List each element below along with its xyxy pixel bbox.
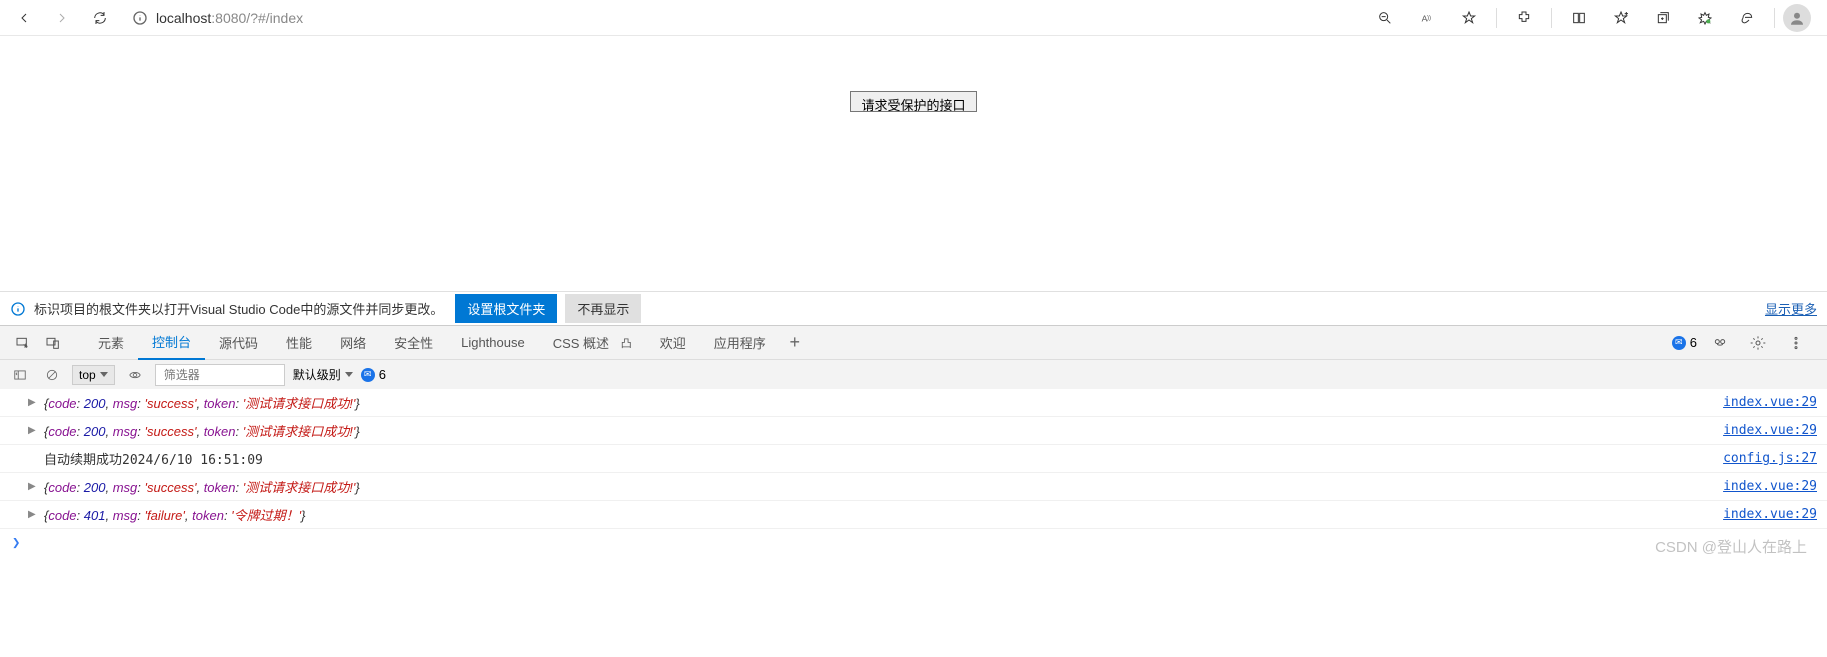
log-level-selector[interactable]: 默认级别 <box>293 366 353 383</box>
extensions-icon[interactable] <box>1505 2 1543 34</box>
tab-application[interactable]: 应用程序 <box>700 326 780 360</box>
site-info-icon[interactable] <box>132 10 148 26</box>
more-icon[interactable] <box>1781 328 1811 358</box>
clear-console-icon[interactable] <box>40 363 64 387</box>
set-root-folder-button[interactable]: 设置根文件夹 <box>455 294 557 323</box>
message-dot-icon: ✉ <box>1672 336 1686 350</box>
browser-actions: A)) <box>1366 2 1819 34</box>
address-bar[interactable]: localhost:8080/?#/index <box>122 2 1360 34</box>
add-tab-icon[interactable]: + <box>780 328 810 358</box>
profile-avatar[interactable] <box>1783 4 1811 32</box>
console-row[interactable]: ▶ {code: 200, msg: 'success', token: '测试请… <box>0 473 1827 501</box>
live-expression-icon[interactable] <box>123 363 147 387</box>
issues-counter[interactable]: ✉6 <box>1672 335 1697 350</box>
tab-sources[interactable]: 源代码 <box>205 326 272 360</box>
console-message: {code: 401, msg: 'failure', token: '令牌过期… <box>44 505 1723 524</box>
performance-icon[interactable] <box>1686 2 1724 34</box>
browser-toolbar: localhost:8080/?#/index A)) <box>0 0 1827 36</box>
console-row[interactable]: ▶ {code: 200, msg: 'success', token: '测试请… <box>0 389 1827 417</box>
request-protected-api-button[interactable]: 请求受保护的接口 <box>850 91 976 112</box>
filter-input[interactable] <box>155 364 285 386</box>
console-output: ▶ {code: 200, msg: 'success', token: '测试请… <box>0 389 1827 557</box>
message-count[interactable]: ✉6 <box>361 367 386 382</box>
favorites-bar-icon[interactable] <box>1602 2 1640 34</box>
console-row[interactable]: 自动续期成功2024/6/10 16:51:09config.js:27 <box>0 445 1827 473</box>
show-more-link[interactable]: 显示更多 <box>1765 299 1817 318</box>
settings-icon[interactable] <box>1743 328 1773 358</box>
source-link[interactable]: index.vue:29 <box>1723 507 1817 522</box>
page-body: 请求受保护的接口 <box>0 36 1827 291</box>
console-toolbar: top 默认级别 ✉6 <box>0 359 1827 389</box>
zoom-icon[interactable] <box>1366 2 1404 34</box>
tab-css-overview[interactable]: CSS 概述 凸 <box>539 326 646 360</box>
tab-welcome[interactable]: 欢迎 <box>646 326 700 360</box>
console-message: {code: 200, msg: 'success', token: '测试请求… <box>44 421 1723 440</box>
console-message: {code: 200, msg: 'success', token: '测试请求… <box>44 477 1723 496</box>
expand-arrow-icon[interactable]: ▶ <box>28 425 38 436</box>
expand-arrow-icon[interactable]: ▶ <box>28 397 38 408</box>
tab-console[interactable]: 控制台 <box>138 326 205 360</box>
console-row[interactable]: ▶ {code: 200, msg: 'success', token: '测试请… <box>0 417 1827 445</box>
tab-security[interactable]: 安全性 <box>380 326 447 360</box>
infobar-text: 标识项目的根文件夹以打开Visual Studio Code中的源文件并同步更改… <box>34 299 443 318</box>
source-link[interactable]: index.vue:29 <box>1723 395 1817 410</box>
favorite-icon[interactable] <box>1450 2 1488 34</box>
read-aloud-icon[interactable]: A)) <box>1408 2 1446 34</box>
tab-network[interactable]: 网络 <box>326 326 380 360</box>
devtools-infobar: 标识项目的根文件夹以打开Visual Studio Code中的源文件并同步更改… <box>0 291 1827 325</box>
dismiss-button[interactable]: 不再显示 <box>565 294 641 323</box>
toolbar-separator <box>1496 8 1497 28</box>
refresh-button[interactable] <box>84 2 116 34</box>
expand-arrow-icon[interactable]: ▶ <box>28 481 38 492</box>
source-link[interactable]: config.js:27 <box>1723 451 1817 466</box>
console-prompt[interactable]: ❯ <box>0 529 1827 557</box>
device-mode-icon[interactable] <box>38 328 68 358</box>
svg-text:)): )) <box>1427 15 1431 21</box>
ai-icon[interactable] <box>1705 328 1735 358</box>
toolbar-separator <box>1774 8 1775 28</box>
devtools-tabbar: 元素 控制台 源代码 性能 网络 安全性 Lighthouse CSS 概述 凸… <box>0 325 1827 359</box>
context-selector[interactable]: top <box>72 365 115 385</box>
console-message: {code: 200, msg: 'success', token: '测试请求… <box>44 393 1723 412</box>
inspect-element-icon[interactable] <box>8 328 38 358</box>
source-link[interactable]: index.vue:29 <box>1723 423 1817 438</box>
toolbar-separator <box>1551 8 1552 28</box>
source-link[interactable]: index.vue:29 <box>1723 479 1817 494</box>
expand-arrow-icon[interactable]: ▶ <box>28 509 38 520</box>
split-screen-icon[interactable] <box>1560 2 1598 34</box>
back-button[interactable] <box>8 2 40 34</box>
ie-mode-icon[interactable] <box>1728 2 1766 34</box>
tab-performance[interactable]: 性能 <box>272 326 326 360</box>
info-icon <box>10 301 26 317</box>
url-text: localhost:8080/?#/index <box>156 10 303 26</box>
forward-button[interactable] <box>46 2 78 34</box>
tab-elements[interactable]: 元素 <box>84 326 138 360</box>
console-row[interactable]: ▶ {code: 401, msg: 'failure', token: '令牌过… <box>0 501 1827 529</box>
collections-icon[interactable] <box>1644 2 1682 34</box>
tab-lighthouse[interactable]: Lighthouse <box>447 326 539 360</box>
toggle-sidebar-icon[interactable] <box>8 363 32 387</box>
message-dot-icon: ✉ <box>361 368 375 382</box>
console-message: 自动续期成功2024/6/10 16:51:09 <box>44 449 1723 468</box>
